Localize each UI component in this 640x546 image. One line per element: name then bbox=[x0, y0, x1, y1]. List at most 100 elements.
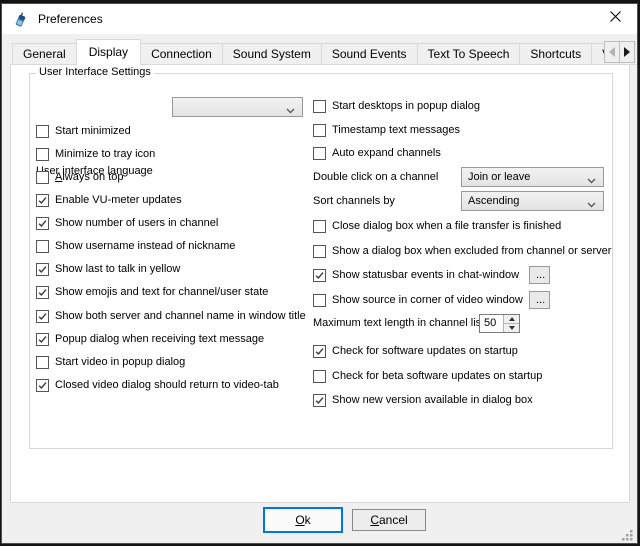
checkbox-popup-text[interactable]: Popup dialog when receiving text message bbox=[36, 331, 264, 347]
desktop: { "window": { "title": "Preferences", "i… bbox=[0, 0, 640, 545]
spinbox-buttons bbox=[503, 315, 519, 332]
spin-up-button[interactable] bbox=[504, 315, 519, 323]
checkbox-box bbox=[36, 379, 49, 392]
checkbox-box bbox=[36, 333, 49, 346]
checkbox-always-on-top[interactable]: Always on top bbox=[36, 169, 124, 185]
checkbox-auto-expand[interactable]: Auto expand channels bbox=[313, 145, 441, 161]
checkbox-box bbox=[36, 310, 49, 323]
close-icon bbox=[609, 10, 622, 28]
checkbox-label: Enable VU-meter updates bbox=[55, 194, 182, 206]
checkbox-label: Show a dialog box when excluded from cha… bbox=[332, 245, 611, 257]
checkbox-box bbox=[313, 220, 326, 233]
triangle-right-icon bbox=[624, 47, 630, 57]
checkbox-label: Popup dialog when receiving text message bbox=[55, 333, 264, 345]
checkbox-box bbox=[36, 171, 49, 184]
ui-language-combo[interactable] bbox=[172, 97, 303, 117]
sort-channels-combo[interactable]: Ascending bbox=[461, 191, 604, 211]
checkbox-box bbox=[36, 194, 49, 207]
checkbox-vu-meter[interactable]: Enable VU-meter updates bbox=[36, 192, 182, 208]
checkbox-box bbox=[313, 147, 326, 160]
max-text-length-spinbox[interactable]: 50 bbox=[479, 314, 520, 333]
tab-scroll-buttons bbox=[605, 41, 635, 63]
spin-down-button[interactable] bbox=[504, 323, 519, 332]
titlebar[interactable]: Preferences bbox=[2, 4, 637, 34]
spinbox-value: 50 bbox=[480, 315, 503, 332]
checkbox-label: Closed video dialog should return to vid… bbox=[55, 379, 279, 391]
checkbox-num-users[interactable]: Show number of users in channel bbox=[36, 215, 218, 231]
tab-connection[interactable]: Connection bbox=[140, 43, 223, 65]
checkbox-box bbox=[313, 394, 326, 407]
tab-text-to-speech[interactable]: Text To Speech bbox=[417, 43, 521, 65]
double-click-value: Join or leave bbox=[468, 171, 530, 183]
tab-scroll-left-button[interactable] bbox=[604, 41, 620, 63]
checkbox-box bbox=[313, 269, 326, 282]
checkbox-closed-video-tab[interactable]: Closed video dialog should return to vid… bbox=[36, 377, 279, 393]
checkbox-minimize-to-tray[interactable]: Minimize to tray icon bbox=[36, 146, 155, 162]
checkbox-desktops-popup[interactable]: Start desktops in popup dialog bbox=[313, 98, 480, 114]
statusbar-events-more-button[interactable]: ... bbox=[529, 266, 550, 284]
video-source-more-button[interactable]: ... bbox=[529, 291, 550, 309]
tab-sound-system[interactable]: Sound System bbox=[222, 43, 322, 65]
checkbox-video-source-corner[interactable]: Show source in corner of video window bbox=[313, 292, 523, 308]
checkbox-last-talk-yellow[interactable]: Show last to talk in yellow bbox=[36, 261, 180, 277]
checkbox-label: Show both server and channel name in win… bbox=[55, 310, 306, 322]
checkbox-beta-updates[interactable]: Check for beta software updates on start… bbox=[313, 368, 542, 384]
checkbox-new-version-dialog[interactable]: Show new version available in dialog box bbox=[313, 392, 533, 408]
display-tab-page: User Interface Settings User interface l… bbox=[10, 64, 630, 503]
tab-shortcuts[interactable]: Shortcuts bbox=[519, 43, 592, 65]
chevron-down-icon bbox=[587, 175, 596, 187]
checkbox-label: Start desktops in popup dialog bbox=[332, 100, 480, 112]
sort-channels-label: Sort channels by bbox=[313, 193, 395, 209]
triangle-down-icon bbox=[509, 326, 515, 330]
double-click-label: Double click on a channel bbox=[313, 169, 438, 185]
checkbox-label: Auto expand channels bbox=[332, 147, 441, 159]
checkbox-box bbox=[313, 345, 326, 358]
checkbox-label: Check for software updates on startup bbox=[332, 345, 518, 357]
checkbox-excluded-dialog[interactable]: Show a dialog box when excluded from cha… bbox=[313, 243, 611, 259]
preferences-dialog: Preferences General Display Connection S… bbox=[1, 3, 638, 544]
checkbox-label: Check for beta software updates on start… bbox=[332, 370, 542, 382]
double-click-combo[interactable]: Join or leave bbox=[461, 167, 604, 187]
checkbox-box bbox=[36, 356, 49, 369]
close-button[interactable] bbox=[598, 7, 632, 31]
checkbox-label: Show source in corner of video window bbox=[332, 294, 523, 306]
checkbox-label: Show new version available in dialog box bbox=[332, 394, 533, 406]
checkbox-updates[interactable]: Check for software updates on startup bbox=[313, 343, 518, 359]
checkbox-box bbox=[313, 100, 326, 113]
chevron-down-icon bbox=[286, 105, 295, 117]
checkbox-server-channel-title[interactable]: Show both server and channel name in win… bbox=[36, 308, 306, 324]
cancel-button-label: Cancel bbox=[370, 513, 407, 527]
checkbox-close-filetransfer[interactable]: Close dialog box when a file transfer is… bbox=[313, 218, 561, 234]
checkbox-timestamp[interactable]: Timestamp text messages bbox=[313, 122, 460, 138]
cancel-button[interactable]: Cancel bbox=[352, 509, 426, 531]
checkbox-video-popup[interactable]: Start video in popup dialog bbox=[36, 354, 185, 370]
ok-button[interactable]: Ok bbox=[263, 507, 343, 533]
checkbox-box bbox=[313, 370, 326, 383]
checkbox-label: Close dialog box when a file transfer is… bbox=[332, 220, 561, 232]
resize-grip[interactable] bbox=[619, 525, 635, 541]
sort-channels-value: Ascending bbox=[468, 195, 519, 207]
tab-display[interactable]: Display bbox=[76, 39, 141, 65]
checkbox-username-instead[interactable]: Show username instead of nickname bbox=[36, 238, 235, 254]
tab-scroll-right-button[interactable] bbox=[619, 41, 635, 63]
tab-general[interactable]: General bbox=[12, 43, 77, 65]
ok-button-label: Ok bbox=[295, 513, 310, 527]
checkbox-start-minimized[interactable]: Start minimized bbox=[36, 123, 131, 139]
checkbox-box bbox=[313, 245, 326, 258]
checkbox-label: Start minimized bbox=[55, 125, 131, 137]
checkbox-label: Show username instead of nickname bbox=[55, 240, 235, 252]
tab-bar: General Display Connection Sound System … bbox=[12, 39, 637, 65]
group-title: User Interface Settings bbox=[36, 66, 154, 78]
checkbox-label: Show last to talk in yellow bbox=[55, 263, 180, 275]
tab-sound-events[interactable]: Sound Events bbox=[321, 43, 418, 65]
checkbox-statusbar-events[interactable]: Show statusbar events in chat-window bbox=[313, 267, 519, 283]
teamtalk-app-icon bbox=[12, 11, 29, 28]
resize-grip-dots-icon bbox=[619, 525, 635, 541]
checkbox-emojis[interactable]: Show emojis and text for channel/user st… bbox=[36, 284, 268, 300]
checkbox-box bbox=[313, 124, 326, 137]
checkbox-label: Minimize to tray icon bbox=[55, 148, 155, 160]
checkbox-box bbox=[36, 125, 49, 138]
checkbox-box bbox=[313, 294, 326, 307]
checkbox-box bbox=[36, 148, 49, 161]
checkbox-label: Show number of users in channel bbox=[55, 217, 218, 229]
